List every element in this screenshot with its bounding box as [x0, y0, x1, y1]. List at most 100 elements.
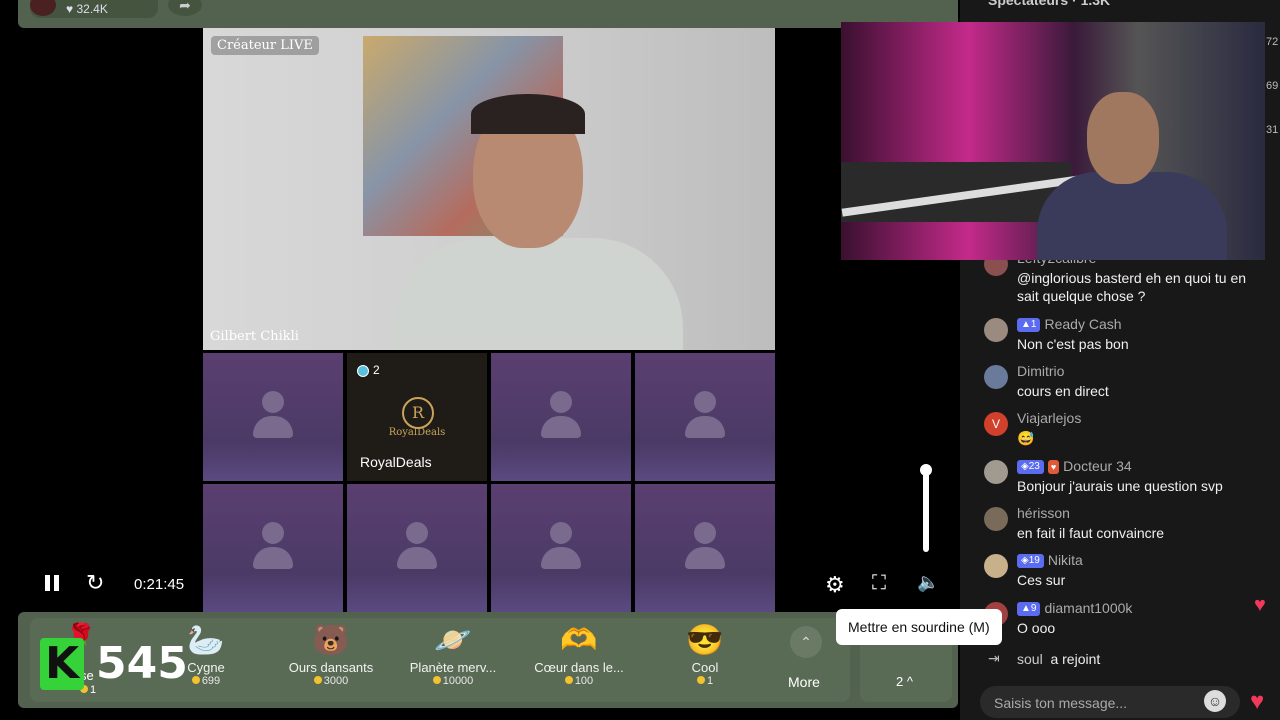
user-placeholder-icon	[541, 391, 581, 441]
chat-text: O ooo	[1017, 620, 1056, 636]
planet-icon: 🪐	[434, 624, 472, 657]
gift-item[interactable]: 😎 Cool 1	[650, 622, 760, 687]
avatar[interactable]	[984, 365, 1008, 389]
level-badge: ◈19	[1017, 554, 1044, 569]
heart-hands-icon: 🫶	[560, 624, 598, 657]
chat-username[interactable]: ◈19 Nikita	[1017, 552, 1083, 569]
k-logo-icon: K	[40, 638, 84, 690]
gift-item[interactable]: 🐻 Ours dansants 3000	[276, 622, 386, 687]
gift-price: 3000	[276, 675, 386, 687]
spectators-count[interactable]: Spectateurs · 1.3K	[988, 0, 1110, 8]
swan-icon: 🦢	[187, 624, 225, 657]
user-placeholder-icon	[541, 522, 581, 572]
chat-username[interactable]: ◈23 ♥ Docteur 34	[1017, 458, 1132, 475]
side-number: 72	[1266, 36, 1279, 48]
royaldeals-logo-icon: R	[402, 397, 434, 429]
side-number: 31	[1266, 124, 1279, 136]
chat-username[interactable]: ▲9 diamant1000k	[1017, 600, 1132, 617]
fullscreen-icon[interactable]: ⛶	[872, 572, 886, 595]
side-numbers: 72 69 31	[1266, 20, 1278, 152]
avatar[interactable]	[984, 507, 1008, 531]
gift-name: Ours dansants	[288, 660, 374, 675]
heart-badge-icon: ♥	[1047, 460, 1060, 475]
top-bar	[18, 0, 958, 28]
creator-figure	[393, 94, 683, 350]
empty-seat[interactable]	[203, 484, 343, 612]
empty-seat[interactable]	[203, 353, 343, 481]
settings-icon[interactable]: ⚙	[825, 572, 845, 598]
avatar[interactable]	[984, 554, 1008, 578]
gift-name: Planète merv...	[409, 660, 497, 675]
chat-text: Bonjour j'aurais une question svp	[1017, 478, 1223, 494]
more-gifts-button[interactable]: More	[788, 674, 820, 690]
chat-text: 😅	[1017, 430, 1035, 446]
side-number: 69	[1266, 80, 1279, 92]
bear-icon: 🐻	[312, 624, 350, 657]
floating-heart-icon: ♥	[1254, 594, 1266, 616]
pause-icon[interactable]	[42, 572, 62, 594]
likes-count: 32.4K	[76, 2, 108, 16]
user-placeholder-icon	[253, 522, 293, 572]
empty-seat[interactable]	[347, 484, 487, 612]
gift-price: 100	[524, 675, 634, 687]
guest-badge: 2	[357, 363, 380, 377]
gift-item[interactable]: 🦢 Cygne 699	[151, 622, 261, 687]
chat-username[interactable]: Dimitrio	[1017, 363, 1064, 379]
creator-name: Gilbert Chikli	[210, 329, 299, 344]
replay-icon[interactable]: ↻	[86, 572, 104, 594]
chat-username[interactable]: ▲1 Ready Cash	[1017, 316, 1122, 333]
level-badge: ▲9	[1017, 602, 1041, 617]
chat-input[interactable]	[992, 686, 1206, 720]
playback-time: 0:21:45	[134, 576, 185, 593]
guest-name: RoyalDeals	[360, 454, 432, 470]
gift-item[interactable]: 🫶 Cœur dans le... 100	[524, 622, 634, 687]
sunglasses-icon: 😎	[686, 624, 724, 657]
volume-knob[interactable]	[920, 464, 932, 476]
level-badge: ▲1	[1017, 318, 1041, 333]
badge-dot-icon	[357, 364, 369, 377]
chat-text: Ces sur	[1017, 572, 1066, 588]
join-icon: ⇥	[988, 650, 1000, 666]
empty-seat[interactable]	[491, 353, 631, 481]
chat-text: en fait il faut convaincre	[1017, 525, 1165, 541]
gift-name: Cygne	[187, 660, 225, 675]
avatar[interactable]: V	[984, 412, 1008, 436]
level-badge: ◈23	[1017, 460, 1044, 475]
streamer-webcam[interactable]	[841, 22, 1265, 260]
streamer-figure	[1037, 92, 1227, 260]
user-placeholder-icon	[685, 522, 725, 572]
chat-text: cours en direct	[1017, 383, 1109, 399]
gift-name: Cool	[691, 660, 719, 675]
empty-seat[interactable]	[635, 484, 775, 612]
gift-price: 10000	[398, 675, 508, 687]
guest-seat-royaldeals[interactable]: 2 R RoyalDeals RoyalDeals	[347, 353, 487, 481]
guest-badge-count: 2	[373, 363, 380, 377]
chevron-up-icon[interactable]: ⌃	[790, 626, 822, 658]
volume-icon[interactable]: 🔈	[917, 572, 939, 593]
creator-video[interactable]: Créateur LIVE Gilbert Chikli	[203, 28, 775, 350]
chat-input-box	[980, 686, 1240, 720]
chat-username[interactable]: hérisson	[1017, 505, 1070, 521]
like-heart-icon[interactable]: ♥	[1250, 688, 1264, 716]
user-placeholder-icon	[253, 391, 293, 441]
chat-text: @inglorious basterd eh en quoi tu en sai…	[1017, 270, 1247, 304]
volume-slider[interactable]	[923, 464, 929, 552]
emoji-icon[interactable]: ☺	[1204, 690, 1226, 712]
user-placeholder-icon	[397, 522, 437, 572]
mute-tooltip: Mettre en sourdine (M)	[836, 609, 1002, 645]
gift-price: 699	[151, 675, 261, 687]
gift-price: 1	[650, 675, 760, 687]
creator-live-label: Créateur LIVE	[211, 36, 319, 55]
royaldeals-logo-text: RoyalDeals	[388, 427, 446, 438]
empty-seat[interactable]	[635, 353, 775, 481]
gift-counter[interactable]: 2 ^	[896, 674, 913, 689]
avatar[interactable]	[984, 318, 1008, 342]
user-placeholder-icon	[685, 391, 725, 441]
join-text: soul a rejoint	[1017, 651, 1101, 667]
empty-seat[interactable]	[491, 484, 631, 612]
chat-text: Non c'est pas bon	[1017, 336, 1129, 352]
gift-item[interactable]: 🪐 Planète merv... 10000	[398, 622, 508, 687]
chat-username[interactable]: Viajarlejos	[1017, 410, 1081, 426]
avatar[interactable]	[984, 460, 1008, 484]
gift-name: Cœur dans le...	[534, 660, 624, 675]
